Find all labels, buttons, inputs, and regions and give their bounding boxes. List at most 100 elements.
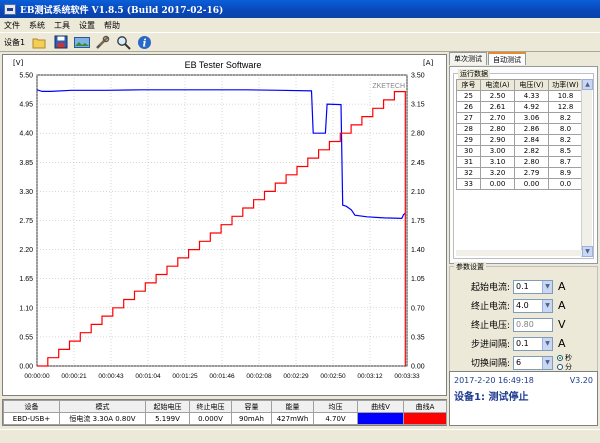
col-voltage: 电压(V)	[514, 79, 549, 91]
info-icon[interactable]: i	[136, 34, 153, 50]
curve-a-swatch[interactable]	[403, 412, 447, 425]
run-data-row[interactable]: 28 2.80 2.86 8.0	[456, 123, 582, 135]
row-voltage: 0.00	[514, 178, 549, 190]
chevron-down-icon[interactable]: ▼	[542, 299, 552, 312]
end-voltage-row: 终止电压: 0.80 V	[458, 317, 566, 332]
run-data-group: 运行数据 序号 电流(A) 电压(V) 功率(W) 25 2.50 4.33 10.8…	[453, 69, 594, 259]
params-legend: 参数设置	[454, 262, 486, 272]
curve-v-swatch[interactable]	[357, 412, 404, 425]
status-bar	[0, 429, 600, 443]
search-icon[interactable]	[115, 34, 132, 50]
run-data-row[interactable]: 31 3.10 2.80 8.7	[456, 156, 582, 168]
header-capacity: 容量	[231, 400, 272, 413]
y-left-tick-label: 0.55	[19, 334, 33, 341]
end-current-select[interactable]: 4.0 ▼	[513, 298, 553, 313]
tools-icon[interactable]	[94, 34, 111, 50]
row-voltage: 3.06	[514, 112, 549, 124]
row-current: 0.00	[480, 178, 515, 190]
run-data-row[interactable]: 33 0.00 0.00 0.0	[456, 178, 582, 190]
chart: 5.50 3.50 4.95 3.15 4.40 2.80 3.85 2.45 3.30 2.10…	[2, 54, 447, 396]
run-data-row[interactable]: 25 2.50 4.33 10.8	[456, 90, 582, 102]
chevron-down-icon[interactable]: ▼	[542, 337, 552, 350]
image-icon[interactable]	[73, 34, 90, 50]
run-data-row[interactable]: 29 2.90 2.84 8.2	[456, 134, 582, 146]
x-tick-label: 00:02:08	[246, 373, 272, 380]
row-index: 30	[456, 145, 481, 157]
run-data-grid[interactable]: 序号 电流(A) 电压(V) 功率(W) 25 2.50 4.33 10.8 26 2.6…	[456, 79, 582, 257]
start-current-value: 0.1	[516, 282, 529, 291]
horizontal-scrollbar[interactable]	[456, 250, 582, 256]
row-current: 2.61	[480, 101, 515, 113]
status-panel: 2017-2-20 16:49:18 V3.20 设备1: 测试停止	[449, 371, 598, 426]
menu-file[interactable]: 文件	[4, 20, 20, 31]
menu-system[interactable]: 系统	[29, 20, 45, 31]
row-voltage: 2.80	[514, 156, 549, 168]
tab-auto-test[interactable]: 自动测试	[488, 52, 526, 65]
end-voltage-input[interactable]: 0.80	[513, 317, 553, 332]
run-data-panel: 运行数据 序号 电流(A) 电压(V) 功率(W) 25 2.50 4.33 10.8…	[449, 66, 598, 264]
end-voltage-label: 终止电压:	[470, 321, 510, 331]
device-name: EBD-USB+	[3, 412, 60, 425]
y-right-tick-label: 1.40	[411, 247, 425, 254]
y-left-tick-label: 0.00	[19, 364, 33, 371]
save-icon[interactable]	[52, 34, 69, 50]
x-tick-label: 00:01:46	[209, 373, 235, 380]
run-data-row[interactable]: 27 2.70 3.06 8.2	[456, 112, 582, 124]
row-power: 8.5	[548, 145, 582, 157]
row-index: 33	[456, 178, 481, 190]
header-energy: 能量	[271, 400, 314, 413]
row-current: 2.50	[480, 90, 515, 102]
window-title: EB测试系统软件 V1.8.5 (Build 2017-02-16)	[20, 5, 224, 16]
end-voltage-value: 0.000V	[189, 412, 232, 425]
run-data-row[interactable]: 32 3.20 2.79 8.9	[456, 167, 582, 179]
row-current: 2.70	[480, 112, 515, 124]
menu-help[interactable]: 帮助	[104, 20, 120, 31]
run-data-row[interactable]: 26 2.61 4.92 12.8	[456, 101, 582, 113]
tab-single-test[interactable]: 单次测试	[449, 52, 487, 65]
chevron-down-icon[interactable]: ▼	[542, 356, 552, 369]
folder-icon[interactable]	[31, 34, 48, 50]
row-power: 0.0	[548, 178, 582, 190]
end-current-unit: A	[558, 299, 566, 312]
menu-settings[interactable]: 设置	[79, 20, 95, 31]
col-power: 功率(W)	[548, 79, 582, 91]
scroll-up-arrow-icon[interactable]: ▲	[582, 79, 593, 90]
interval-label: 切换间隔:	[470, 359, 510, 369]
menu-tools[interactable]: 工具	[54, 20, 70, 31]
row-current: 3.00	[480, 145, 515, 157]
start-current-select[interactable]: 0.1 ▼	[513, 279, 553, 294]
radio-minutes[interactable]: 分	[557, 363, 572, 371]
chart-plot-background	[36, 74, 408, 367]
x-tick-label: 00:03:33	[394, 373, 420, 380]
start-voltage-value: 5.199V	[145, 412, 190, 425]
interval-select[interactable]: 6 ▼	[513, 355, 553, 370]
run-data-row[interactable]: 30 3.00 2.82 8.5	[456, 145, 582, 157]
y-left-unit: [V]	[13, 59, 24, 67]
row-voltage: 4.92	[514, 101, 549, 113]
chevron-down-icon[interactable]: ▼	[542, 280, 552, 293]
row-power: 8.2	[548, 134, 582, 146]
y-right-unit: [A]	[423, 59, 434, 67]
y-left-tick-label: 3.85	[19, 160, 33, 167]
row-power: 8.0	[548, 123, 582, 135]
interval-value: 6	[516, 358, 522, 367]
start-current-label: 起始电流:	[470, 283, 510, 293]
row-voltage: 2.79	[514, 167, 549, 179]
row-voltage: 2.82	[514, 145, 549, 157]
radio-seconds[interactable]: 秒	[557, 354, 572, 362]
radio-dot-icon	[557, 354, 563, 361]
row-voltage: 4.33	[514, 90, 549, 102]
chart-svg: 5.50 3.50 4.95 3.15 4.40 2.80 3.85 2.45 3.30 2.10…	[13, 59, 434, 380]
header-curve-v: 曲线V	[357, 400, 404, 413]
status-table-row[interactable]: EBD-USB+ 恒电流 3.30A 0.80V 5.199V 0.000V 9…	[3, 412, 447, 425]
step-select[interactable]: 0.1 ▼	[513, 336, 553, 351]
step-row: 步进间隔: 0.1 ▼ A	[458, 336, 566, 351]
step-unit: A	[558, 337, 566, 350]
vertical-scrollbar[interactable]: ▲ ▼	[581, 79, 593, 257]
scroll-down-arrow-icon[interactable]: ▼	[582, 246, 593, 257]
header-mode: 模式	[59, 400, 146, 413]
x-tick-label: 00:03:12	[357, 373, 383, 380]
col-current: 电流(A)	[480, 79, 515, 91]
row-index: 28	[456, 123, 481, 135]
status-datetime: 2017-2-20 16:49:18	[454, 376, 534, 385]
